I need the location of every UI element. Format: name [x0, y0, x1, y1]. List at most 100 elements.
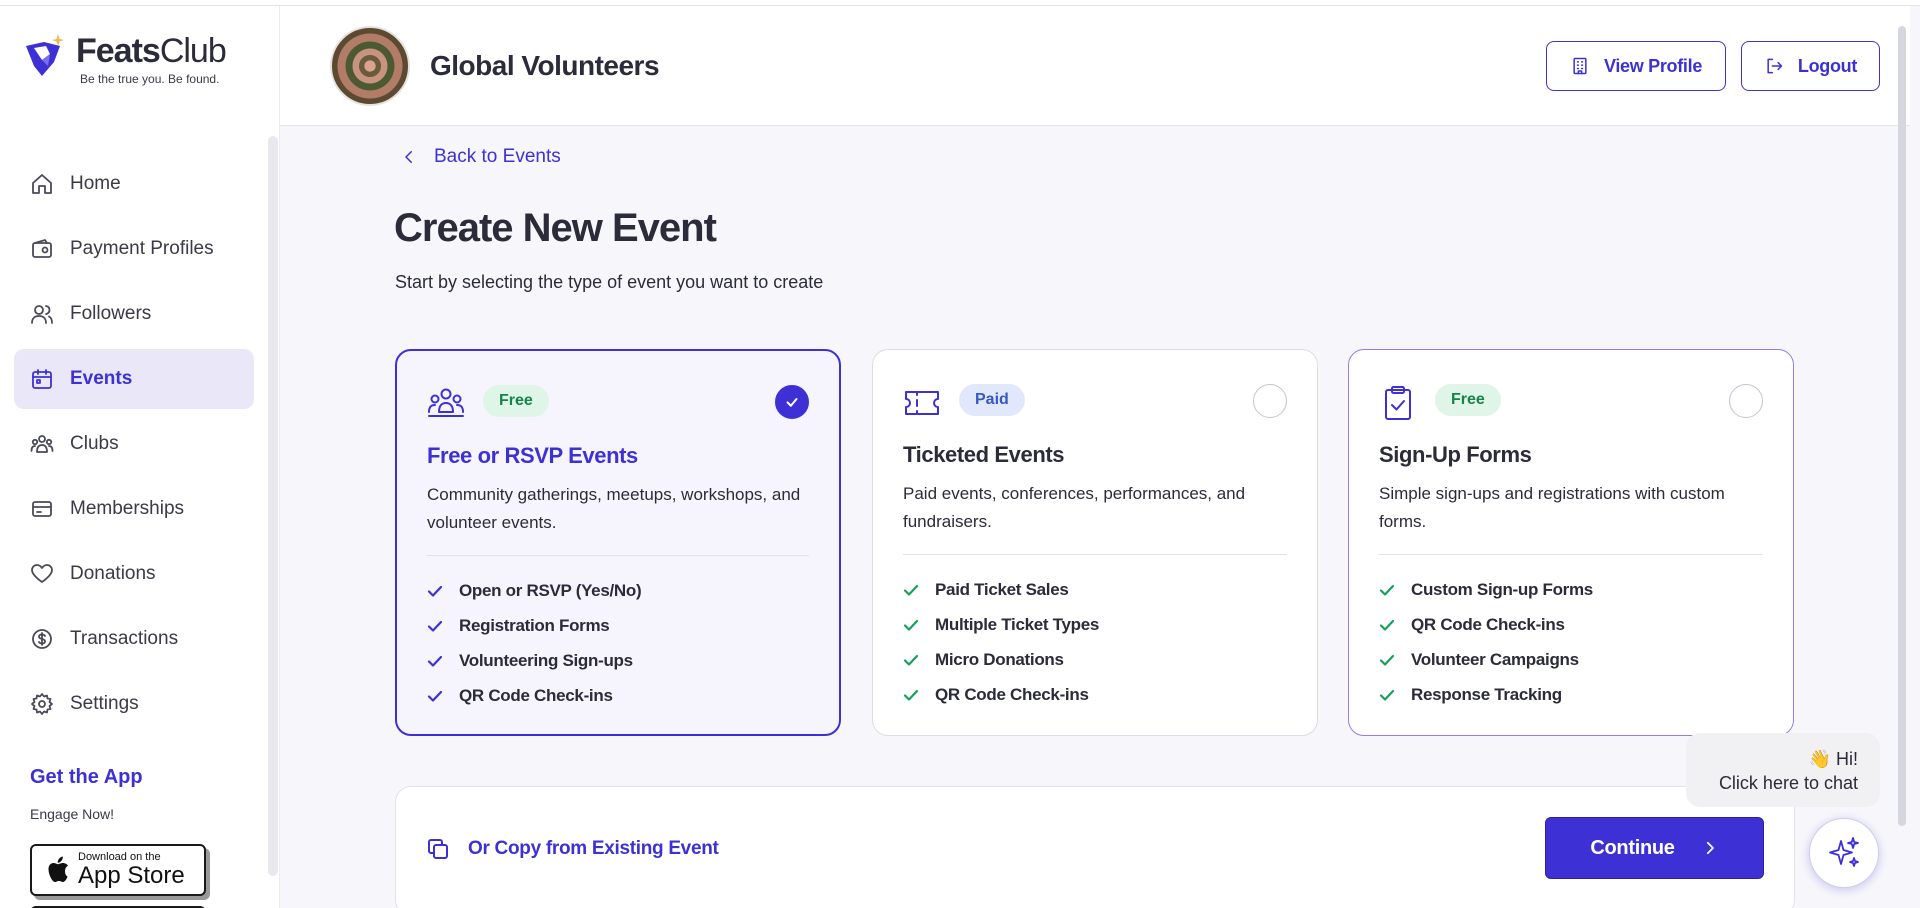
logout-label: Logout — [1797, 55, 1858, 76]
sidebar-item-label: Clubs — [70, 433, 119, 454]
sidebar-item-label: Donations — [70, 563, 156, 584]
app-store-big-text: App Store — [78, 862, 185, 889]
ticket-icon — [903, 384, 941, 422]
back-to-events-label: Back to Events — [434, 146, 561, 167]
sidebar-item-label: Settings — [70, 693, 139, 714]
check-icon — [427, 585, 443, 597]
feature-item: Paid Ticket Sales — [903, 572, 1099, 607]
price-badge: Paid — [959, 384, 1025, 416]
wallet-icon — [32, 239, 52, 258]
sidebar-item-label: Events — [70, 368, 133, 389]
featsclub-logo-icon — [26, 34, 64, 76]
brand-logo[interactable]: FeatsClub Be the true you. Be found. — [20, 32, 227, 86]
card-description: Community gatherings, meetups, workshops… — [427, 485, 801, 532]
chevron-right-icon — [1706, 841, 1714, 855]
sidebar: FeatsClub Be the true you. Be found. Hom… — [0, 6, 280, 908]
calendar-icon — [32, 369, 52, 389]
event-type-card-ticketed[interactable]: Paid Ticketed Events Paid events, confer… — [872, 349, 1318, 736]
copy-icon — [428, 839, 448, 859]
engage-text: Engage Now! — [30, 806, 115, 822]
chat-prompt-text: Click here to chat — [1718, 773, 1858, 793]
card-description: Paid events, conferences, performances, … — [903, 484, 1246, 531]
sidebar-item-label: Followers — [70, 303, 152, 324]
check-icon — [427, 655, 443, 667]
card-icon — [32, 501, 52, 517]
selected-radio[interactable] — [775, 385, 809, 419]
continue-label: Continue — [1590, 836, 1675, 859]
feature-list: Paid Ticket Sales Multiple Ticket Types … — [903, 572, 1099, 712]
sidebar-item-label: Home — [70, 173, 121, 194]
check-icon — [1379, 689, 1395, 701]
view-profile-label: View Profile — [1603, 55, 1703, 76]
check-icon — [903, 619, 919, 631]
unselected-radio[interactable] — [1729, 384, 1763, 418]
sidebar-item-memberships[interactable]: Memberships — [14, 479, 254, 539]
feature-item: Custom Sign-up Forms — [1379, 572, 1593, 607]
chat-greeting: 👋 Hi! — [1808, 749, 1858, 769]
heart-icon — [31, 564, 53, 583]
chat-launcher-button[interactable] — [1809, 818, 1879, 888]
continue-button[interactable]: Continue — [1545, 817, 1764, 879]
org-avatar[interactable] — [330, 26, 410, 106]
card-description: Simple sign-ups and registrations with c… — [1379, 484, 1725, 531]
check-icon — [1379, 654, 1395, 666]
view-profile-button[interactable]: View Profile — [1546, 41, 1726, 91]
feature-item: Volunteer Campaigns — [1379, 642, 1593, 677]
sidebar-item-clubs[interactable]: Clubs — [14, 414, 254, 474]
card-divider — [903, 554, 1287, 555]
card-title: Sign-Up Forms — [1379, 442, 1532, 467]
sidebar-item-transactions[interactable]: Transactions — [14, 609, 254, 669]
sidebar-item-payment-profiles[interactable]: Payment Profiles — [14, 219, 254, 279]
chevron-left-icon — [405, 151, 412, 163]
event-type-card-signup-forms[interactable]: Free Sign-Up Forms Simple sign-ups and r… — [1348, 349, 1794, 736]
price-badge: Free — [483, 385, 549, 417]
users-icon — [31, 305, 53, 324]
sidebar-item-followers[interactable]: Followers — [14, 284, 254, 344]
action-bar: Or Copy from Existing Event Continue — [395, 786, 1795, 908]
sparkle-icon — [1829, 837, 1859, 867]
top-header: Global Volunteers View Profile Logout — [280, 6, 1910, 826]
feature-list: Custom Sign-up Forms QR Code Check-ins V… — [1379, 572, 1593, 712]
home-icon — [32, 174, 52, 194]
gear-icon — [31, 693, 53, 715]
sidebar-item-label: Transactions — [70, 628, 179, 649]
apple-icon — [48, 856, 68, 882]
sidebar-nav: Home Payment Profiles Followers Events C… — [14, 154, 254, 739]
app-store-button[interactable]: Download on the App Store — [30, 844, 206, 896]
sidebar-item-label: Payment Profiles — [70, 238, 214, 259]
card-title: Ticketed Events — [903, 442, 1065, 467]
community-icon — [427, 385, 465, 423]
logout-icon — [1767, 58, 1783, 74]
feature-item: Open or RSVP (Yes/No) — [427, 573, 642, 608]
page-scrollbar[interactable] — [1898, 26, 1906, 826]
copy-existing-event-link[interactable]: Or Copy from Existing Event — [426, 837, 719, 861]
sidebar-scrollbar[interactable] — [268, 136, 278, 876]
feature-list: Open or RSVP (Yes/No) Registration Forms… — [427, 573, 642, 713]
sidebar-item-donations[interactable]: Donations — [14, 544, 254, 604]
card-title: Free or RSVP Events — [427, 443, 638, 468]
check-icon — [903, 584, 919, 596]
brand-name: FeatsClub — [76, 32, 227, 70]
feature-item: QR Code Check-ins — [427, 678, 641, 713]
check-icon — [903, 654, 919, 666]
check-icon — [427, 690, 443, 702]
brand-tagline: Be the true you. Be found. — [80, 72, 220, 86]
check-icon — [903, 689, 919, 701]
feature-item: Micro Donations — [903, 642, 1099, 677]
feature-item: Volunteering Sign-ups — [427, 643, 641, 678]
logout-button[interactable]: Logout — [1741, 41, 1880, 91]
feature-item: Registration Forms — [427, 608, 641, 643]
event-type-card-free-rsvp[interactable]: Free Free or RSVP Events Community gathe… — [395, 349, 841, 736]
feature-item: QR Code Check-ins — [903, 677, 1099, 712]
chat-prompt-bubble[interactable]: 👋 Hi! Click here to chat — [1686, 733, 1880, 807]
sidebar-item-settings[interactable]: Settings — [14, 674, 254, 734]
unselected-radio[interactable] — [1253, 384, 1287, 418]
price-badge: Free — [1435, 384, 1501, 416]
page-subtitle: Start by selecting the type of event you… — [395, 272, 824, 292]
check-icon — [1379, 619, 1395, 631]
page-title: Create New Event — [394, 206, 717, 250]
back-to-events-link[interactable]: Back to Events — [400, 146, 561, 168]
building-icon — [1573, 57, 1587, 75]
sidebar-item-events[interactable]: Events — [14, 349, 254, 409]
sidebar-item-home[interactable]: Home — [14, 154, 254, 214]
